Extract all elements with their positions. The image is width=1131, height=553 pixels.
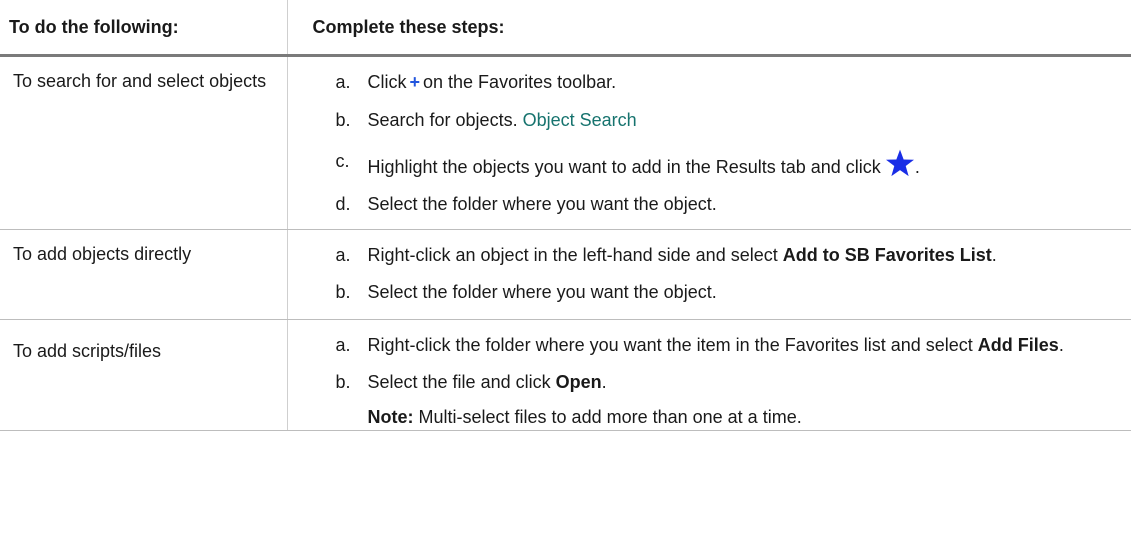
column-header-steps: Complete these steps: <box>287 0 1131 57</box>
step-item: d. Select the folder where you want the … <box>288 192 1131 217</box>
steps-cell: a. Right-click the folder where you want… <box>287 319 1131 431</box>
step-text: Search for objects. <box>367 110 518 130</box>
step-text: on the Favorites toolbar. <box>423 72 617 92</box>
plus-icon: + <box>409 72 421 92</box>
step-marker: a. <box>335 72 351 92</box>
step-text: Click <box>367 72 407 92</box>
task-cell: To add objects directly <box>0 229 288 320</box>
task-cell: To add scripts/files <box>0 319 288 431</box>
table-row: To search for and select objects a. Clic… <box>0 55 1131 230</box>
note-label: Note: <box>367 407 414 427</box>
column-header-task: To do the following: <box>0 0 288 57</box>
step-marker: a. <box>335 245 351 265</box>
star-icon <box>885 149 914 177</box>
step-text: Select the file and click <box>367 372 551 392</box>
table-row: To add scripts/files a. Right-click the … <box>0 319 1131 431</box>
step-bold-text: Add Files <box>977 335 1059 355</box>
step-text: Right-click an object in the left-hand s… <box>367 245 778 265</box>
step-item: b. Select the folder where you want the … <box>288 280 1131 305</box>
step-item: b. Search for objects. Object Search <box>288 108 1131 133</box>
steps-list: a. Right-click the folder where you want… <box>288 333 1131 430</box>
steps-list: a. Click + on the Favorites toolbar. b. Se… <box>288 70 1131 217</box>
steps-cell: a. Click + on the Favorites toolbar. b. Se… <box>287 55 1131 230</box>
note-text: Multi-select files to add more than one … <box>418 407 802 427</box>
table-header-row: To do the following: Complete these step… <box>0 0 1131 57</box>
step-marker: b. <box>335 372 351 392</box>
step-text: . <box>914 157 920 177</box>
step-text: Select the folder where you want the obj… <box>367 282 717 302</box>
step-text: Select the folder where you want the obj… <box>367 194 717 214</box>
step-item: a. Click + on the Favorites toolbar. <box>288 70 1131 95</box>
step-text: Right-click the folder where you want th… <box>367 335 973 355</box>
step-note: Note: Multi-select files to add more tha… <box>288 405 1131 430</box>
step-text: . <box>991 245 997 265</box>
step-text: . <box>601 372 607 392</box>
step-item: a. Right-click the folder where you want… <box>288 333 1131 358</box>
step-marker: d. <box>335 194 351 214</box>
step-bold-text: Add to SB Favorites List <box>782 245 992 265</box>
steps-table: To do the following: Complete these step… <box>0 0 1131 431</box>
table-row: To add objects directly a. Right-click a… <box>0 229 1131 320</box>
step-marker: c. <box>335 151 350 171</box>
step-marker: b. <box>335 282 351 302</box>
step-item: b. Select the file and click Open. <box>288 370 1131 395</box>
step-marker: a. <box>335 335 351 355</box>
step-bold-text: Open <box>555 372 602 392</box>
step-text: . <box>1058 335 1064 355</box>
step-marker: b. <box>335 110 351 130</box>
step-item: a. Right-click an object in the left-han… <box>288 243 1131 268</box>
steps-cell: a. Right-click an object in the left-han… <box>287 229 1131 320</box>
step-text: Highlight the objects you want to add in… <box>367 157 881 177</box>
step-item: c. Highlight the objects you want to add… <box>288 149 1131 180</box>
task-cell: To search for and select objects <box>0 55 288 230</box>
steps-list: a. Right-click an object in the left-han… <box>288 243 1131 305</box>
object-search-link[interactable]: Object Search <box>523 110 637 130</box>
